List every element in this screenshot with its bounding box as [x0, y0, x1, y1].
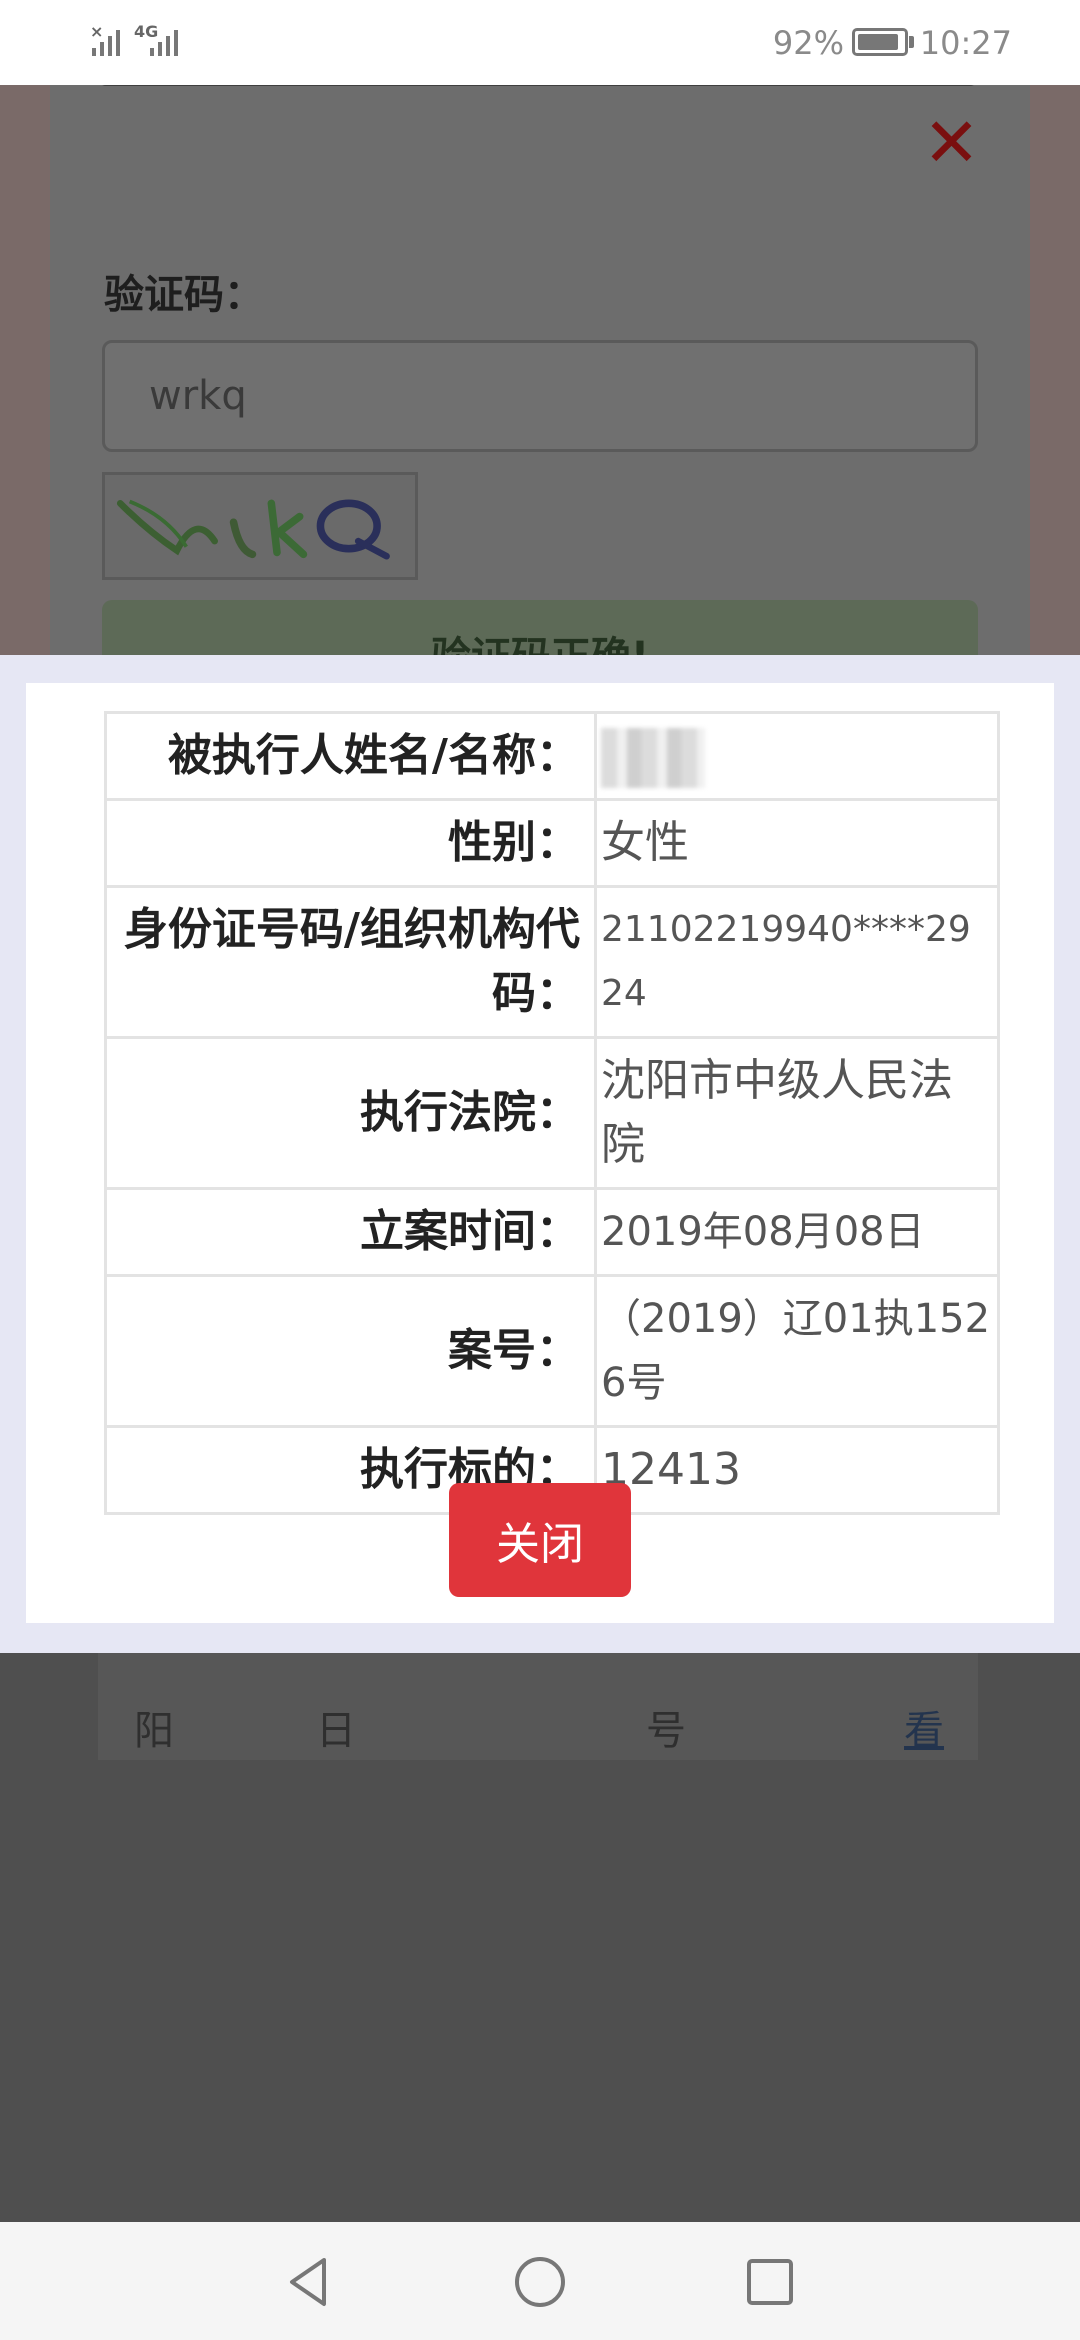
- back-icon[interactable]: [280, 2252, 340, 2312]
- close-button[interactable]: 关闭: [449, 1483, 631, 1597]
- signal-icon-sim2: [150, 22, 178, 56]
- id-number-label: 身份证号码/组织机构代码：: [104, 885, 597, 1039]
- table-row: 立案时间： 2019年08月08日: [104, 1187, 1000, 1277]
- recent-apps-icon[interactable]: [740, 2252, 800, 2312]
- captcha-image[interactable]: [102, 472, 418, 580]
- battery-fill: [858, 34, 899, 50]
- filing-date-value: 2019年08月08日: [594, 1187, 1000, 1277]
- table-row: 被执行人姓名/名称：: [104, 711, 1000, 801]
- case-number-value: （2019）辽01执1526号: [594, 1274, 1000, 1428]
- gender-value: 女性: [594, 798, 1000, 888]
- status-bar: × 4G 92% 10:27: [0, 0, 1080, 85]
- captcha-status-text: 验证码正确!: [102, 624, 978, 656]
- battery-percent: 92%: [772, 24, 844, 62]
- detail-modal: 被执行人姓名/名称： 性别： 女性 身份证号码/组织机构代码： 21102219…: [26, 683, 1054, 1623]
- table-row: 执行法院： 沈阳市中级人民法院: [104, 1036, 1000, 1190]
- navigation-bar: [0, 2222, 1080, 2340]
- captcha-label: 验证码：: [104, 272, 264, 318]
- table-row: 性别： 女性: [104, 798, 1000, 888]
- case-number-label: 案号：: [104, 1274, 597, 1428]
- captcha-input[interactable]: wrkq: [102, 340, 978, 452]
- screen: × 4G 92% 10:27 ✕ 验证码： wrkq 验证码正确! 阳: [0, 0, 1080, 2340]
- detail-table: 被执行人姓名/名称： 性别： 女性 身份证号码/组织机构代码： 21102219…: [104, 711, 1000, 1515]
- result-row-background: 阳 日 号 看: [98, 1640, 978, 1760]
- name-label: 被执行人姓名/名称：: [104, 711, 597, 801]
- court-label: 执行法院：: [104, 1036, 597, 1190]
- battery-icon: [852, 28, 908, 56]
- filing-date-label: 立案时间：: [104, 1187, 597, 1277]
- background-edge-right: [1030, 85, 1080, 655]
- table-row: 身份证号码/组织机构代码： 21102219940****2924: [104, 885, 1000, 1039]
- clock: 10:27: [919, 24, 1012, 62]
- background-edge-left: [0, 85, 50, 655]
- gender-label: 性别：: [104, 798, 597, 888]
- result-date-cell: 日: [316, 1708, 356, 1754]
- home-icon[interactable]: [510, 2252, 570, 2312]
- view-link[interactable]: 看: [904, 1698, 944, 1756]
- table-row: 案号： （2019）辽01执1526号: [104, 1274, 1000, 1428]
- result-court-cell: 阳: [134, 1708, 174, 1754]
- name-value: [594, 711, 1000, 801]
- captcha-image-graphic: [116, 499, 390, 560]
- close-icon[interactable]: ✕: [923, 110, 980, 178]
- court-value: 沈阳市中级人民法院: [594, 1036, 1000, 1190]
- captcha-status-bar: 验证码正确!: [102, 600, 978, 656]
- result-case-cell: 号: [646, 1708, 686, 1754]
- execution-amount-value: 12413: [594, 1425, 1000, 1515]
- redacted-name: [601, 728, 705, 788]
- signal-icon-sim1: [92, 22, 120, 56]
- battery-tip: [909, 36, 914, 48]
- id-number-value: 21102219940****2924: [594, 885, 1000, 1039]
